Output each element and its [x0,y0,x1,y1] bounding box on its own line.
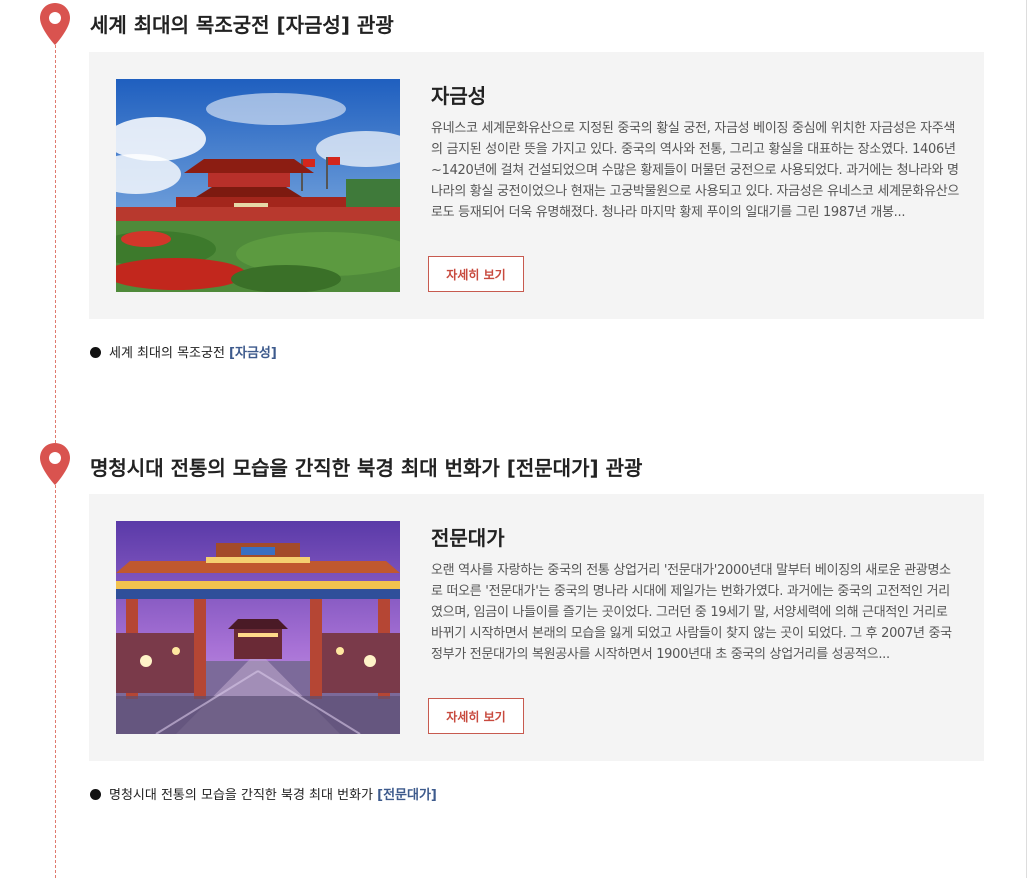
card-title: 전문대가 [431,526,505,550]
location-pin-icon [40,3,70,45]
view-details-button[interactable]: 자세히 보기 [428,256,524,292]
caption-link-qianmen[interactable]: [전문대가] [377,788,437,803]
caption-text: 세계 최대의 목조궁전 [109,346,225,361]
attraction-card: 전문대가 오랜 역사를 자랑하는 중국의 전통 상업거리 '전문대가'2000년… [89,494,984,761]
card-title: 자금성 [431,84,487,108]
card-description: 오랜 역사를 자랑하는 중국의 전통 상업거리 '전문대가'2000년대 말부터… [431,563,952,662]
caption-text: 명청시대 전통의 모습을 간직한 북경 최대 번화가 [109,788,373,803]
section-title: 명청시대 전통의 모습을 간직한 북경 최대 번화가 [전문대가] 관광 [90,456,643,480]
forbidden-city-photo [116,79,400,292]
attraction-card: 자금성 유네스코 세계문화유산으로 지정된 중국의 황실 궁전, 자금성 베이징… [89,52,984,319]
card-description: 유네스코 세계문화유산으로 지정된 중국의 황실 궁전, 자금성 베이징 중심에… [431,121,960,220]
section-title: 세계 최대의 목조궁전 [자금성] 관광 [90,13,394,37]
bullet-icon [90,347,101,358]
view-details-button[interactable]: 자세히 보기 [428,698,524,734]
section-caption: 명청시대 전통의 모습을 간직한 북경 최대 번화가 [전문대가] [90,784,437,803]
qianmen-street-photo [116,521,400,734]
bullet-icon [90,789,101,800]
section-caption: 세계 최대의 목조궁전 [자금성] [90,342,277,361]
caption-link-forbidden-city[interactable]: [자금성] [229,346,277,361]
location-pin-icon [40,443,70,485]
